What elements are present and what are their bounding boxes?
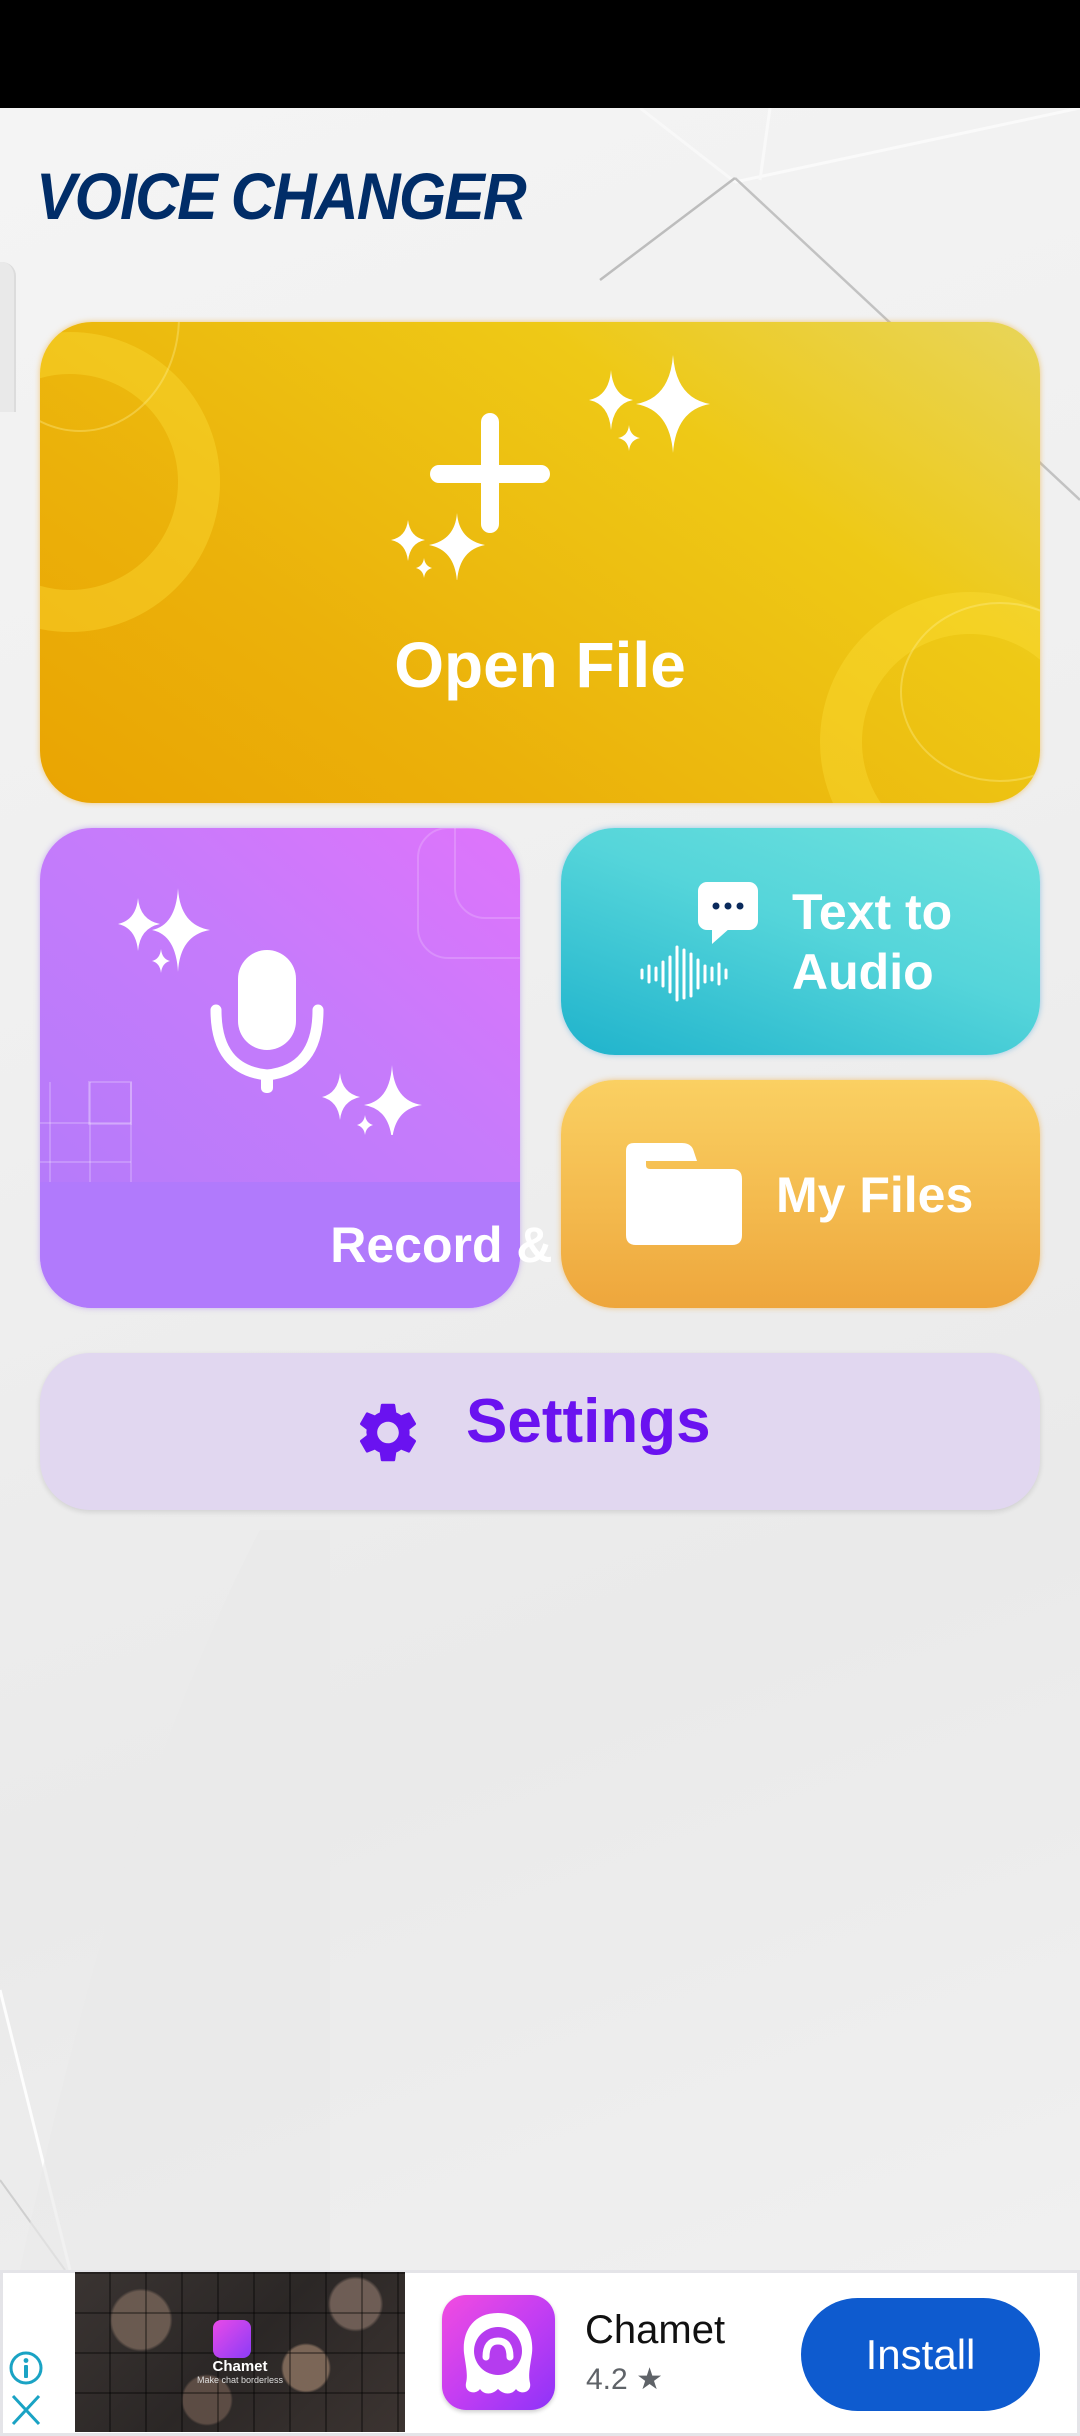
ad-app-icon[interactable] xyxy=(442,2295,555,2410)
ad-rating-value: 4.2 xyxy=(586,2363,628,2396)
close-icon[interactable] xyxy=(11,2394,41,2426)
ad-image-logo xyxy=(213,2320,251,2358)
text-to-audio-label-line1: Text to xyxy=(792,884,953,940)
ad-rating: 4.2 ★ xyxy=(586,2362,663,2397)
text-to-audio-label: Text to Audio xyxy=(792,882,952,1002)
open-file-label: Open File xyxy=(394,629,686,701)
side-drawer-handle[interactable] xyxy=(0,262,16,412)
text-to-audio-label-line2: Audio xyxy=(792,944,934,1000)
chamet-logo-icon xyxy=(463,2313,533,2394)
ad-image-subtitle: Make chat borderless xyxy=(196,2375,284,2385)
microphone-sparkles-icon xyxy=(118,888,422,1135)
install-button[interactable]: Install xyxy=(801,2298,1040,2411)
info-icon[interactable] xyxy=(8,2350,44,2386)
ad-image-title: Chamet xyxy=(212,2358,268,2375)
plus-sparkles-icon xyxy=(391,355,710,580)
ad-app-name: Chamet xyxy=(585,2308,726,2352)
app-title: VOICE CHANGER xyxy=(36,159,527,233)
my-files-label: My Files xyxy=(776,1167,974,1223)
folder-icon xyxy=(626,1143,742,1245)
speech-bubble-waveform-icon xyxy=(640,882,758,1002)
gear-icon xyxy=(359,1403,417,1462)
status-bar xyxy=(0,0,1080,108)
settings-label: Settings xyxy=(466,1387,711,1456)
star-icon: ★ xyxy=(636,2363,663,2396)
